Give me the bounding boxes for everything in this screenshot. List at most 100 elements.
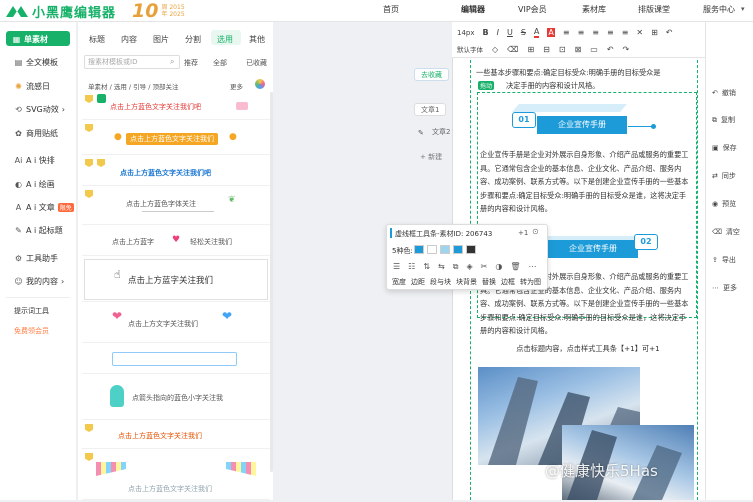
margin-icon[interactable]: ☷ [408, 262, 415, 272]
tab-divider[interactable]: 分割 [185, 34, 201, 45]
clear-format-button[interactable]: ✕ [636, 28, 643, 37]
grid-icon[interactable]: ⊞ [527, 45, 534, 54]
trash-icon[interactable]: 🗑 [510, 262, 520, 272]
logo[interactable]: 小黑鹰编辑器 [6, 2, 116, 21]
rect-icon[interactable]: ▭ [590, 45, 598, 54]
rail-item-stickers[interactable]: ✿ 商用贴纸 [14, 128, 58, 139]
color-swatch[interactable] [440, 245, 450, 254]
color-swatch[interactable] [414, 245, 424, 254]
nav-home[interactable]: 首页 [383, 4, 399, 15]
rail-item-ai-layout[interactable]: Ai A i 快排 [14, 155, 55, 166]
eraser-icon[interactable]: ⌫ [507, 45, 518, 54]
filter-all[interactable]: 全部 [213, 58, 227, 68]
collect-button[interactable]: 去收藏 [414, 68, 449, 81]
banner-title[interactable]: 企业宣传手册 [537, 116, 627, 134]
align-center-button[interactable]: ≡ [578, 28, 585, 37]
clear-action[interactable]: ⌫ 清空 [712, 227, 740, 237]
free-vip-link[interactable]: 免费领会员 [14, 326, 49, 336]
undo-icon[interactable]: ↶ [607, 45, 614, 54]
action-border[interactable]: 边框 [501, 277, 515, 287]
drag-tag[interactable]: 拖动 [478, 81, 495, 90]
undo-action[interactable]: ↶ 撤销 [712, 88, 736, 98]
tab-content[interactable]: 内容 [121, 34, 137, 45]
plus-one-button[interactable]: +1 [518, 229, 528, 237]
material-card[interactable]: 点击上方蓝色文字关注我们 [82, 450, 270, 500]
paragraph-icon[interactable]: ⇅ [423, 262, 430, 272]
align-right-button[interactable]: ≡ [592, 28, 599, 37]
search-input[interactable]: 搜素材模板或ID [84, 55, 180, 69]
material-card[interactable]: 点击上方蓝色文字关注我们吧 [82, 156, 270, 186]
tab-title[interactable]: 标题 [89, 34, 105, 45]
panel-scrollbar[interactable] [270, 92, 273, 472]
material-card[interactable]: ☝ 点击上方蓝字关注我们 [82, 257, 270, 302]
color-swatch[interactable] [466, 245, 476, 254]
material-card[interactable] [82, 344, 270, 374]
tab-selected[interactable]: 选用 [217, 34, 233, 45]
material-card[interactable]: ❤ 点击上方文字关注我们 ❤ [82, 303, 270, 343]
replace-icon[interactable]: ✂ [481, 262, 488, 272]
more-action[interactable]: ⋯ 更多 [712, 283, 737, 293]
font-size-select[interactable]: 14px [457, 29, 475, 37]
search-icon[interactable]: ⌕ [170, 57, 174, 67]
nav-service[interactable]: 服务中心 [703, 4, 735, 15]
prompt-tool-link[interactable]: 提示词工具 [14, 306, 49, 316]
paragraph-1[interactable]: 企业宣传手册是企业对外展示自身形象、介绍产品或服务的重要工具。它通常包含企业的基… [480, 148, 692, 216]
material-card[interactable]: 点击上方蓝字 ♥ 轻松关注我们 [82, 226, 270, 256]
material-card[interactable]: 点击上方蓝色文字关注我们 [82, 421, 270, 449]
preview-action[interactable]: ◉ 预览 [712, 199, 736, 209]
underline-button[interactable]: U [507, 28, 513, 37]
block-icon[interactable]: ⇆ [438, 262, 445, 272]
align-left-button[interactable]: ≡ [563, 28, 570, 37]
rail-item-tools[interactable]: ⚙ 工具助手 [14, 253, 58, 264]
nav-course[interactable]: 排版课堂 [638, 4, 670, 15]
action-para-block[interactable]: 段与块 [430, 277, 451, 287]
rail-item-ai-draw[interactable]: ◐ A i 绘画 [14, 179, 55, 190]
action-replace[interactable]: 替换 [482, 277, 496, 287]
font-family-select[interactable]: 默认字体 [457, 44, 483, 54]
strike-button[interactable]: S [521, 28, 526, 37]
more-link[interactable]: 更多 [230, 81, 243, 91]
rail-item-ai-article[interactable]: A A i 文章 限免 [14, 202, 74, 213]
sync-action[interactable]: ⇄ 同步 [712, 171, 736, 181]
material-card[interactable]: 点击上方蓝色字体关注 ❦ [82, 187, 270, 225]
rail-item-svg[interactable]: ⟲ SVG动效 › [14, 104, 65, 115]
action-block-bg[interactable]: 块背景 [456, 277, 477, 287]
export-action[interactable]: ⇪ 导出 [712, 255, 736, 265]
tab-image[interactable]: 图片 [153, 34, 169, 45]
material-card[interactable]: 点箭头指向的蓝色小字关注我 [82, 375, 270, 420]
contrast-icon[interactable]: ◑ [495, 262, 502, 272]
color-swatch[interactable] [427, 245, 437, 254]
filter-favorites[interactable]: 已收藏 [246, 58, 267, 68]
minus-box-icon[interactable]: ⊟ [543, 45, 550, 54]
rail-item-my-content[interactable]: ☺ 我的内容 › [14, 276, 64, 287]
more-dots-icon[interactable]: ⋯ [528, 262, 536, 272]
doc-tab-1[interactable]: 文章1 [414, 103, 447, 116]
filter-recommend[interactable]: 推荐 [184, 58, 198, 68]
x-box-icon[interactable]: ⊠ [575, 45, 582, 54]
table-button[interactable]: ⊞ [651, 28, 658, 37]
copy-action[interactable]: ⧉ 复制 [712, 115, 735, 125]
color-swatch[interactable] [453, 245, 463, 254]
redo-icon[interactable]: ↷ [623, 45, 630, 54]
rail-item-ai-title[interactable]: ✎ A i 起标题 [14, 225, 63, 236]
action-to-image[interactable]: 转为图 [520, 277, 541, 287]
diamond-icon[interactable]: ◇ [492, 45, 498, 54]
save-action[interactable]: ▣ 保存 [712, 143, 737, 153]
rail-item-template[interactable]: ▤ 全文模板 [14, 57, 58, 68]
more-circle-icon[interactable]: ⊙ [532, 227, 539, 236]
material-card[interactable]: 点击上方蓝色文字关注我们吧 [82, 92, 270, 120]
bold-button[interactable]: B [483, 28, 489, 37]
justify-button[interactable]: ≡ [607, 28, 614, 37]
rail-item-flu-day[interactable]: ✺ 流感日 [14, 81, 50, 92]
action-margin[interactable]: 边距 [411, 277, 425, 287]
indent-button[interactable]: ≡ [622, 28, 629, 37]
nav-vip[interactable]: VIP会员 [518, 4, 547, 15]
undo-button[interactable]: ↶ [666, 28, 673, 37]
new-doc-button[interactable]: + 新建 [414, 151, 448, 164]
italic-button[interactable]: I [497, 28, 499, 37]
fill-icon[interactable]: ◈ [466, 262, 472, 272]
copy-icon[interactable]: ⧉ [453, 262, 459, 272]
action-width[interactable]: 宽度 [392, 277, 406, 287]
banner-title-2[interactable]: 企业宣传手册 [548, 240, 638, 258]
dot-box-icon[interactable]: ⊡ [559, 45, 566, 54]
